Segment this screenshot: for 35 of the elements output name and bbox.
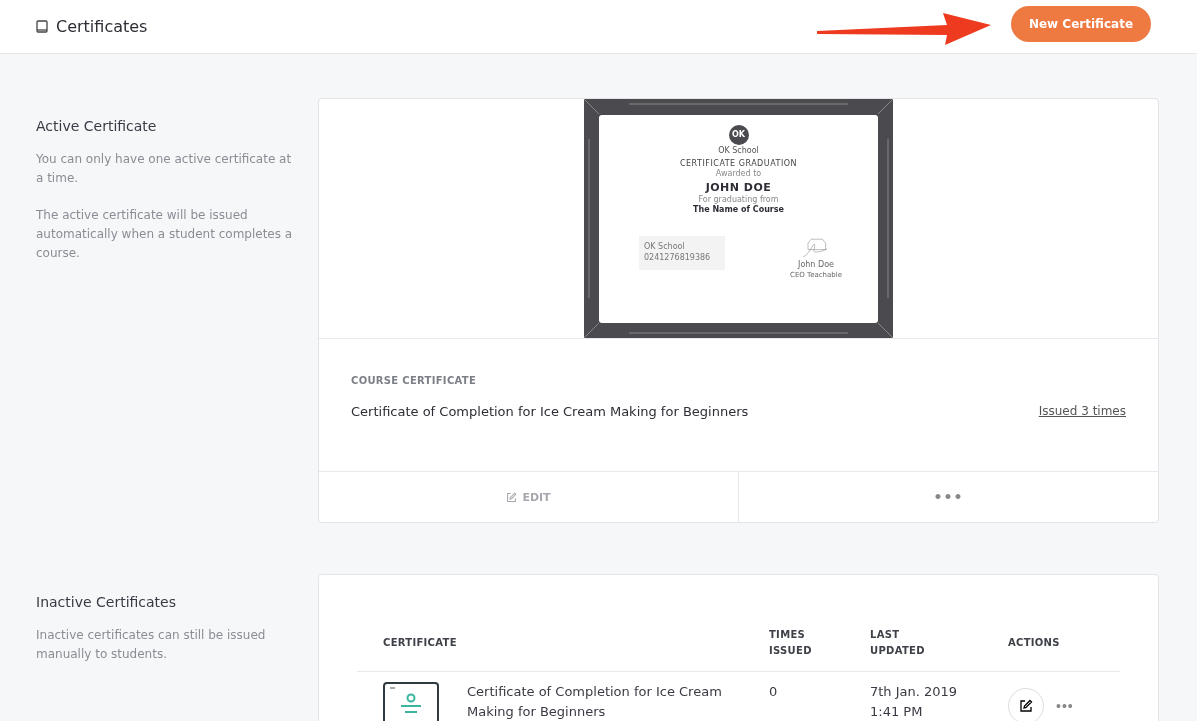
- last-updated: 7th Jan. 2019: [870, 683, 959, 701]
- graduating-label: For graduating from: [698, 194, 779, 204]
- school-number-box: OK School 0241276819386: [639, 235, 725, 270]
- section-description: You can only have one active certificate at a time.: [36, 151, 293, 187]
- last-updated: 1:41 PM: [870, 703, 924, 721]
- more-button[interactable]: •••: [1056, 698, 1074, 714]
- certificate-name: Certificate of Completion for Ice Cream Making for Beginners: [467, 683, 723, 721]
- column-header: TIMES ISSUED: [769, 628, 813, 658]
- certificate-heading: CERTIFICATE GRADUATION: [679, 158, 797, 168]
- section-description: The active certificate will be issued automatically when a student completes a course.: [36, 207, 294, 262]
- edit-icon: [506, 491, 518, 503]
- certificate-type-label: COURSE CERTIFICATE: [351, 375, 478, 386]
- section-title: Inactive Certificates: [36, 594, 178, 610]
- certificate-thumbnail-icon: [383, 682, 439, 721]
- signer-name: John Doe: [798, 259, 834, 270]
- section-title: Active Certificate: [36, 118, 158, 134]
- column-header: CERTIFICATE: [383, 636, 458, 650]
- school-name: OK School: [718, 145, 759, 155]
- book-icon: [36, 20, 48, 33]
- edit-button[interactable]: [1008, 688, 1044, 721]
- course-name: The Name of Course: [693, 204, 784, 214]
- column-header: ACTIONS: [1008, 636, 1061, 650]
- school-logo: OK: [728, 124, 749, 145]
- certificate-name: Certificate of Completion for Ice Cream Making for Beginners: [351, 404, 750, 419]
- section-description: Inactive certificates can still be issued manually to students.: [36, 627, 267, 663]
- column-header: LAST UPDATED: [870, 628, 926, 658]
- awarded-label: Awarded to: [715, 168, 762, 178]
- times-issued: 0: [769, 683, 779, 701]
- new-certificate-button[interactable]: New Certificate: [1011, 6, 1151, 42]
- more-button[interactable]: •••: [738, 472, 1158, 522]
- recipient-name: JOHN DOE: [705, 180, 772, 194]
- issued-count-link[interactable]: Issued 3 times: [1038, 404, 1126, 419]
- edit-icon: [1019, 699, 1033, 713]
- edit-button[interactable]: EDIT: [319, 472, 738, 522]
- page-title: Certificates: [56, 17, 149, 36]
